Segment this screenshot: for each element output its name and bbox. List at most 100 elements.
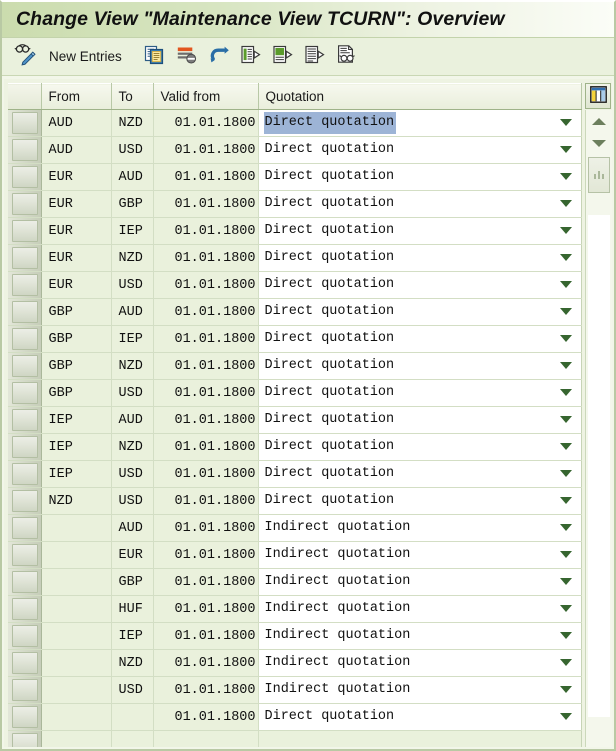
row-selector-cell[interactable] — [8, 352, 42, 380]
cell-valid-from[interactable]: 01.01.1800 — [153, 541, 259, 569]
column-header-quotation[interactable]: Quotation — [258, 83, 582, 110]
row-selector-cell[interactable] — [8, 433, 42, 461]
cell-quotation[interactable]: Direct quotation — [258, 190, 582, 218]
cell-from[interactable]: GBP — [41, 325, 112, 353]
cell-from[interactable]: IEP — [41, 433, 112, 461]
chevron-down-icon[interactable] — [559, 119, 572, 126]
cell-from[interactable]: GBP — [41, 352, 112, 380]
row-selector-button[interactable] — [12, 139, 38, 161]
cell-valid-from[interactable]: 01.01.1800 — [153, 406, 259, 434]
find-button[interactable] — [331, 41, 363, 73]
cell-from[interactable]: IEP — [41, 460, 112, 488]
chevron-down-icon[interactable] — [559, 200, 572, 207]
table-row[interactable]: EUR 01.01.1800 Indirect quotation — [8, 541, 582, 569]
cell-from[interactable]: GBP — [41, 298, 112, 326]
row-selector-cell[interactable] — [8, 568, 42, 596]
table-row[interactable]: IEP AUD 01.01.1800 Direct quotation — [8, 406, 582, 434]
vertical-scrollbar[interactable] — [585, 110, 612, 747]
delete-button[interactable] — [171, 41, 203, 73]
cell-valid-from[interactable]: 01.01.1800 — [153, 703, 259, 731]
row-selector-button[interactable] — [12, 274, 38, 296]
table-row[interactable]: EUR GBP 01.01.1800 Direct quotation — [8, 190, 582, 218]
cell-to[interactable]: USD — [111, 676, 154, 704]
cell-valid-from[interactable]: 01.01.1800 — [153, 433, 259, 461]
cell-to[interactable]: HUF — [111, 595, 154, 623]
display-change-toggle-button[interactable] — [8, 41, 42, 73]
cell-quotation[interactable]: Direct quotation — [258, 433, 582, 461]
cell-to[interactable]: USD — [111, 136, 154, 164]
table-row[interactable]: NZD USD 01.01.1800 Direct quotation — [8, 487, 582, 515]
cell-to[interactable]: USD — [111, 460, 154, 488]
cell-valid-from[interactable]: 01.01.1800 — [153, 298, 259, 326]
cell-to[interactable] — [111, 703, 154, 731]
cell-from[interactable] — [41, 622, 112, 650]
chevron-down-icon[interactable] — [559, 551, 572, 558]
cell-from[interactable] — [41, 514, 112, 542]
cell-valid-from[interactable]: 01.01.1800 — [153, 190, 259, 218]
cell-quotation[interactable]: Indirect quotation — [258, 514, 582, 542]
chevron-down-icon[interactable] — [559, 389, 572, 396]
row-selector-cell[interactable] — [8, 460, 42, 488]
table-row[interactable]: HUF 01.01.1800 Indirect quotation — [8, 595, 582, 623]
cell-valid-from[interactable]: 01.01.1800 — [153, 244, 259, 272]
cell-quotation[interactable]: Direct quotation — [258, 163, 582, 191]
undo-button[interactable] — [203, 41, 235, 73]
row-selector-cell[interactable] — [8, 595, 42, 623]
cell-from[interactable]: EUR — [41, 271, 112, 299]
chevron-down-icon[interactable] — [559, 443, 572, 450]
cell-quotation[interactable]: Indirect quotation — [258, 676, 582, 704]
cell-from[interactable] — [41, 649, 112, 677]
row-selector-button[interactable] — [12, 166, 38, 188]
column-header-to[interactable]: To — [111, 83, 154, 110]
row-selector-cell[interactable] — [8, 163, 42, 191]
row-selector-button[interactable] — [12, 625, 38, 647]
cell-valid-from[interactable]: 01.01.1800 — [153, 217, 259, 245]
table-row[interactable]: EUR IEP 01.01.1800 Direct quotation — [8, 217, 582, 245]
scroll-down-button[interactable] — [587, 133, 611, 154]
column-header-from[interactable]: From — [41, 83, 112, 110]
row-selector-button[interactable] — [12, 328, 38, 350]
chevron-down-icon[interactable] — [559, 173, 572, 180]
copy-button[interactable] — [139, 41, 171, 73]
table-row[interactable]: AUD 01.01.1800 Indirect quotation — [8, 514, 582, 542]
chevron-down-icon[interactable] — [559, 632, 572, 639]
row-selector-cell[interactable] — [8, 244, 42, 272]
cell-from[interactable]: EUR — [41, 217, 112, 245]
chevron-down-icon[interactable] — [559, 335, 572, 342]
chevron-down-icon[interactable] — [559, 659, 572, 666]
row-selector-cell[interactable] — [8, 730, 42, 747]
table-row[interactable]: GBP IEP 01.01.1800 Direct quotation — [8, 325, 582, 353]
cell-valid-from[interactable]: 01.01.1800 — [153, 568, 259, 596]
cell-quotation[interactable]: Direct quotation — [258, 217, 582, 245]
cell-quotation[interactable]: Direct quotation — [258, 406, 582, 434]
cell-quotation[interactable]: Direct quotation — [258, 703, 582, 731]
chevron-down-icon[interactable] — [559, 254, 572, 261]
cell-valid-from[interactable]: 01.01.1800 — [153, 514, 259, 542]
table-row[interactable]: EUR NZD 01.01.1800 Direct quotation — [8, 244, 582, 272]
cell-to[interactable]: AUD — [111, 406, 154, 434]
row-selector-button[interactable] — [12, 544, 38, 566]
row-selector-cell[interactable] — [8, 703, 42, 731]
row-selector-button[interactable] — [12, 679, 38, 701]
table-row[interactable]: EUR USD 01.01.1800 Direct quotation — [8, 271, 582, 299]
cell-to[interactable]: USD — [111, 379, 154, 407]
table-row[interactable]: AUD NZD 01.01.1800 Direct quotation — [8, 109, 582, 137]
table-row[interactable] — [8, 730, 582, 747]
cell-from[interactable]: EUR — [41, 163, 112, 191]
cell-to[interactable]: EUR — [111, 541, 154, 569]
cell-to[interactable]: AUD — [111, 163, 154, 191]
row-selector-cell[interactable] — [8, 622, 42, 650]
row-selector-button[interactable] — [12, 571, 38, 593]
cell-from[interactable] — [41, 541, 112, 569]
cell-to[interactable]: AUD — [111, 514, 154, 542]
cell-from[interactable]: EUR — [41, 244, 112, 272]
chevron-down-icon[interactable] — [559, 497, 572, 504]
chevron-down-icon[interactable] — [559, 524, 572, 531]
table-row[interactable]: IEP 01.01.1800 Indirect quotation — [8, 622, 582, 650]
scrollbar-track[interactable] — [588, 215, 610, 717]
row-selector-button[interactable] — [12, 517, 38, 539]
cell-from[interactable]: EUR — [41, 190, 112, 218]
table-row[interactable]: IEP NZD 01.01.1800 Direct quotation — [8, 433, 582, 461]
row-selector-button[interactable] — [12, 193, 38, 215]
cell-quotation[interactable]: Indirect quotation — [258, 649, 582, 677]
